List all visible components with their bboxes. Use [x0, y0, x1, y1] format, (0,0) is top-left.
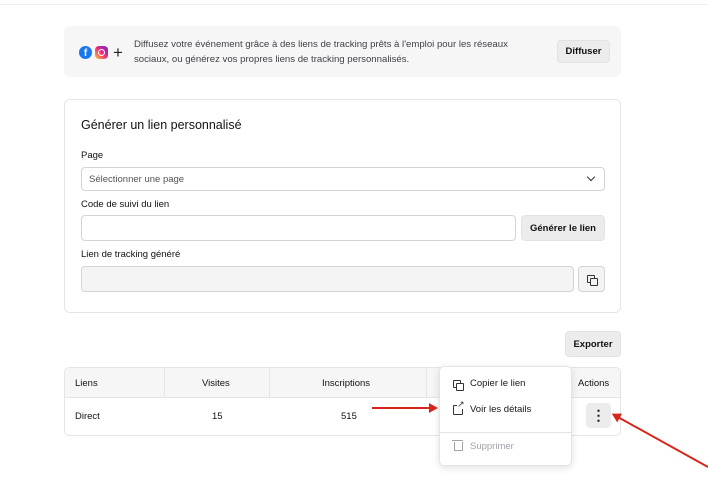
column-divider — [269, 368, 270, 397]
facebook-icon: f — [79, 45, 92, 59]
row-actions-button[interactable]: ⋮ — [586, 403, 611, 428]
copy-generated-link-button[interactable] — [578, 266, 605, 292]
cell-visites: 15 — [212, 411, 223, 422]
card-title: Générer un lien personnalisé — [81, 118, 242, 132]
diffuser-button[interactable]: Diffuser — [557, 40, 610, 63]
annotation-arrow-actions — [613, 413, 708, 468]
social-icons: f + — [79, 42, 123, 62]
column-divider — [164, 368, 165, 397]
annotation-arrow-details — [372, 403, 438, 413]
column-divider — [426, 368, 427, 397]
copy-icon — [453, 380, 464, 391]
cell-lien: Direct — [75, 411, 100, 422]
page-select-placeholder: Sélectionner une page — [89, 174, 185, 185]
menu-item-label: Voir les détails — [470, 404, 532, 415]
copy-icon — [587, 275, 598, 286]
share-banner: f + Diffusez votre événement grâce à des… — [64, 26, 621, 77]
tracking-code-input[interactable] — [81, 215, 516, 241]
menu-item-label: Supprimer — [470, 441, 514, 452]
code-label: Code de suivi du lien — [81, 199, 170, 210]
row-actions-menu: Copier le lien Voir les détails Supprime… — [439, 366, 572, 466]
menu-item-copy-link[interactable]: Copier le lien — [440, 374, 571, 394]
trash-icon — [452, 440, 463, 451]
custom-link-card: Générer un lien personnalisé Page Sélect… — [64, 99, 621, 313]
external-link-icon — [453, 400, 465, 415]
column-header-visites: Visites — [202, 378, 230, 389]
column-header-actions: Actions — [578, 378, 610, 389]
generated-link-field — [81, 266, 574, 292]
page-label: Page — [81, 150, 104, 161]
generated-link-label: Lien de tracking généré — [81, 249, 181, 260]
export-button[interactable]: Exporter — [565, 331, 621, 357]
menu-item-delete: Supprimer — [440, 437, 571, 457]
top-divider — [0, 4, 708, 5]
cell-inscriptions: 515 — [341, 411, 357, 422]
menu-divider — [440, 432, 571, 433]
banner-text: Diffusez votre événement grâce à des lie… — [134, 39, 508, 65]
column-header-liens: Liens — [75, 378, 98, 389]
page-select[interactable]: Sélectionner une page — [81, 167, 605, 191]
menu-item-view-details[interactable]: Voir les détails — [440, 400, 571, 420]
instagram-icon — [95, 45, 108, 59]
plus-icon: + — [113, 42, 123, 62]
column-header-inscriptions: Inscriptions — [322, 378, 371, 389]
chevron-down-icon — [586, 172, 596, 182]
generate-link-button[interactable]: Générer le lien — [521, 215, 605, 241]
more-vertical-icon: ⋮ — [591, 407, 606, 423]
menu-item-label: Copier le lien — [470, 378, 526, 389]
